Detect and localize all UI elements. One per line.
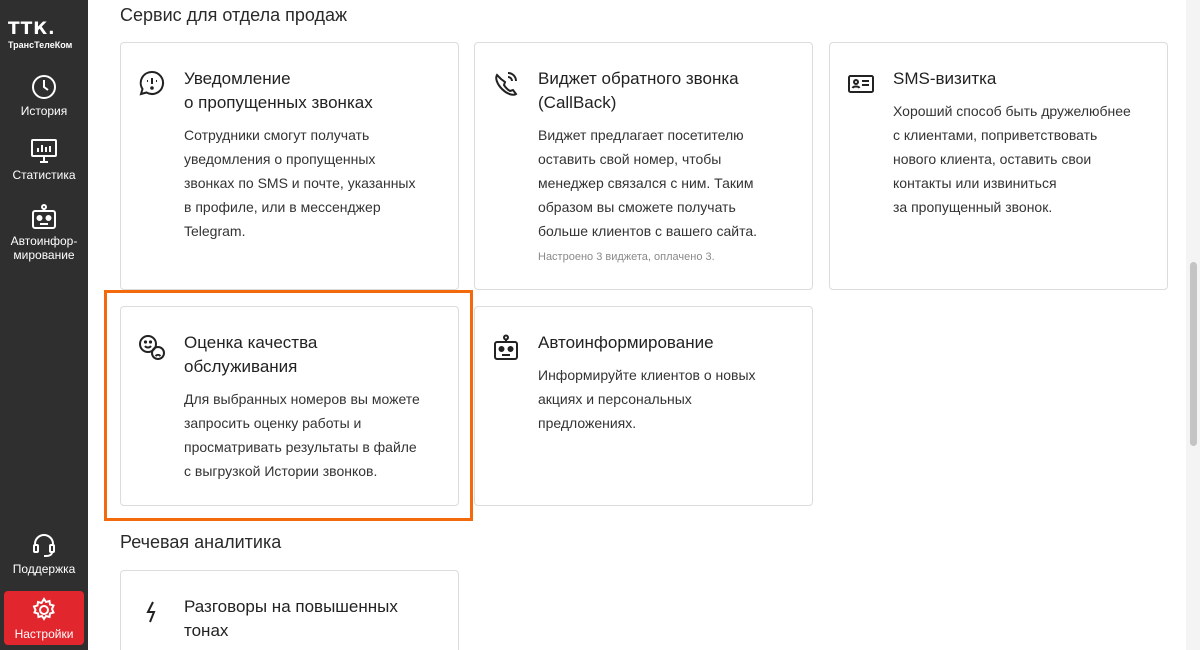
card-desc-line: Сотрудники смогут получать — [184, 127, 370, 143]
card-title-line2: (CallBack) — [538, 93, 617, 112]
card-title-line2: тонах — [184, 621, 229, 640]
nav-support[interactable]: Поддержка — [0, 532, 88, 576]
nav-statistics-label: Статистика — [12, 168, 76, 182]
nav-autoinform-label-line2: мирование — [13, 248, 75, 262]
nav-support-label: Поддержка — [12, 562, 76, 576]
nav-autoinform-label-line1: Автоинфор- — [10, 234, 78, 248]
card-title: Оценка качества обслуживания — [184, 331, 442, 379]
robot-icon — [494, 334, 518, 360]
nav-settings[interactable]: Настройки — [4, 591, 84, 645]
robot-icon — [32, 204, 56, 229]
card-description: Сотрудники смогут получать уведомления о… — [184, 123, 444, 243]
logo-name: ТрансТелеКом — [8, 40, 73, 50]
chart-monitor-icon — [31, 139, 57, 163]
card-title: Разговоры на повышенных тонах — [184, 595, 442, 643]
headset-icon — [33, 534, 55, 557]
card-title-line1: Виджет обратного звонка — [538, 69, 739, 88]
card-desc-line: уведомления о пропущенных — [184, 151, 376, 167]
card-description: Хороший способ быть дружелюбнее с клиент… — [893, 99, 1153, 219]
smile-rating-icon — [139, 335, 165, 360]
section-title-sales: Сервис для отдела продаж — [120, 5, 348, 25]
card-callback-widget[interactable]: Виджет обратного звонка (CallBack) Видже… — [474, 42, 813, 290]
card-missed-calls[interactable]: Уведомление о пропущенных звонках Сотруд… — [120, 42, 459, 290]
sidebar: ТТК. ТрансТелеКом История Статистика Авт… — [0, 0, 88, 650]
card-desc-line: с клиентами, поприветствовать — [893, 127, 1098, 143]
card-description: Для выбранных номеров вы можете запросит… — [184, 387, 444, 483]
card-title-line1: Оценка качества — [184, 333, 318, 352]
card-desc-line: больше клиентов с вашего сайта. — [538, 223, 758, 239]
card-note: Настроено 3 виджета, оплачено 3. — [538, 251, 715, 263]
card-title-line1: Уведомление — [184, 69, 291, 88]
nav-autoinform-label: Автоинфор- мирование — [0, 234, 88, 262]
card-title: SMS-визитка — [893, 69, 997, 88]
nav-history-label: История — [20, 104, 68, 118]
chat-alert-icon — [139, 70, 164, 96]
nav-autoinform[interactable]: Автоинфор- мирование — [0, 204, 88, 262]
card-title-line1: Разговоры на повышенных — [184, 597, 398, 616]
card-desc-line: Виджет предлагает посетителю — [538, 127, 744, 143]
card-desc-line: запросить оценку работы и — [184, 415, 362, 431]
card-desc-line: акциях и персональных — [538, 391, 692, 407]
card-title: Уведомление о пропущенных звонках — [184, 67, 442, 115]
card-desc-line: Telegram. — [184, 223, 246, 239]
brand-logo[interactable]: ТТК. ТрансТелеКом — [8, 20, 82, 50]
gear-icon — [32, 597, 55, 621]
card-desc-line: нового клиента, оставить свои — [893, 151, 1092, 167]
card-desc-line: оставить свой номер, чтобы — [538, 151, 722, 167]
lightning-icon — [146, 601, 156, 623]
card-desc-line: контакты или извиниться — [893, 175, 1057, 191]
card-title: Виджет обратного звонка (CallBack) — [538, 67, 796, 115]
card-sms-vcard[interactable]: SMS-визитка Хороший способ быть дружелюб… — [829, 42, 1168, 290]
card-raised-voices[interactable]: Разговоры на повышенных тонах — [120, 570, 459, 650]
card-desc-line: в профиле, или в мессенджер — [184, 199, 381, 215]
card-desc-line: за пропущенный звонок. — [893, 199, 1053, 215]
card-desc-line: предложениях. — [538, 415, 637, 431]
card-desc-line: Для выбранных номеров вы можете — [184, 391, 420, 407]
clock-icon — [32, 75, 56, 99]
scrollbar-thumb[interactable] — [1190, 262, 1197, 446]
section-title-speech: Речевая аналитика — [120, 532, 282, 552]
card-desc-line: Хороший способ быть дружелюбнее — [893, 103, 1131, 119]
scrollbar-track[interactable] — [1186, 0, 1200, 650]
card-desc-line: звонках по SMS и почте, указанных — [184, 175, 416, 191]
card-title: Автоинформирование — [538, 333, 714, 352]
id-card-icon — [848, 75, 874, 93]
nav-history[interactable]: История — [0, 74, 88, 118]
card-desc-line: образом вы сможете получать — [538, 199, 736, 215]
card-title-line2: о пропущенных звонках — [184, 93, 373, 112]
logo-mark: ТТК. — [8, 19, 56, 39]
card-desc-line: Информируйте клиентов о новых — [538, 367, 756, 383]
card-autoinform[interactable]: Автоинформирование Информируйте клиентов… — [474, 306, 813, 506]
nav-settings-label: Настройки — [14, 627, 74, 641]
card-desc-line: просматривать результаты в файле — [184, 439, 417, 455]
card-title-line2: обслуживания — [184, 357, 298, 376]
card-description: Виджет предлагает посетителю оставить св… — [538, 123, 798, 243]
card-description: Информируйте клиентов о новых акциях и п… — [538, 363, 798, 435]
card-desc-line: с выгрузкой Истории звонков. — [184, 463, 378, 479]
main-content: Сервис для отдела продаж Уведомление о п… — [88, 0, 1186, 650]
phone-callback-icon — [495, 72, 518, 96]
card-service-rating[interactable]: Оценка качества обслуживания Для выбранн… — [120, 306, 459, 506]
card-desc-line: менеджер связался с ним. Таким — [538, 175, 754, 191]
nav-statistics[interactable]: Статистика — [0, 138, 88, 182]
